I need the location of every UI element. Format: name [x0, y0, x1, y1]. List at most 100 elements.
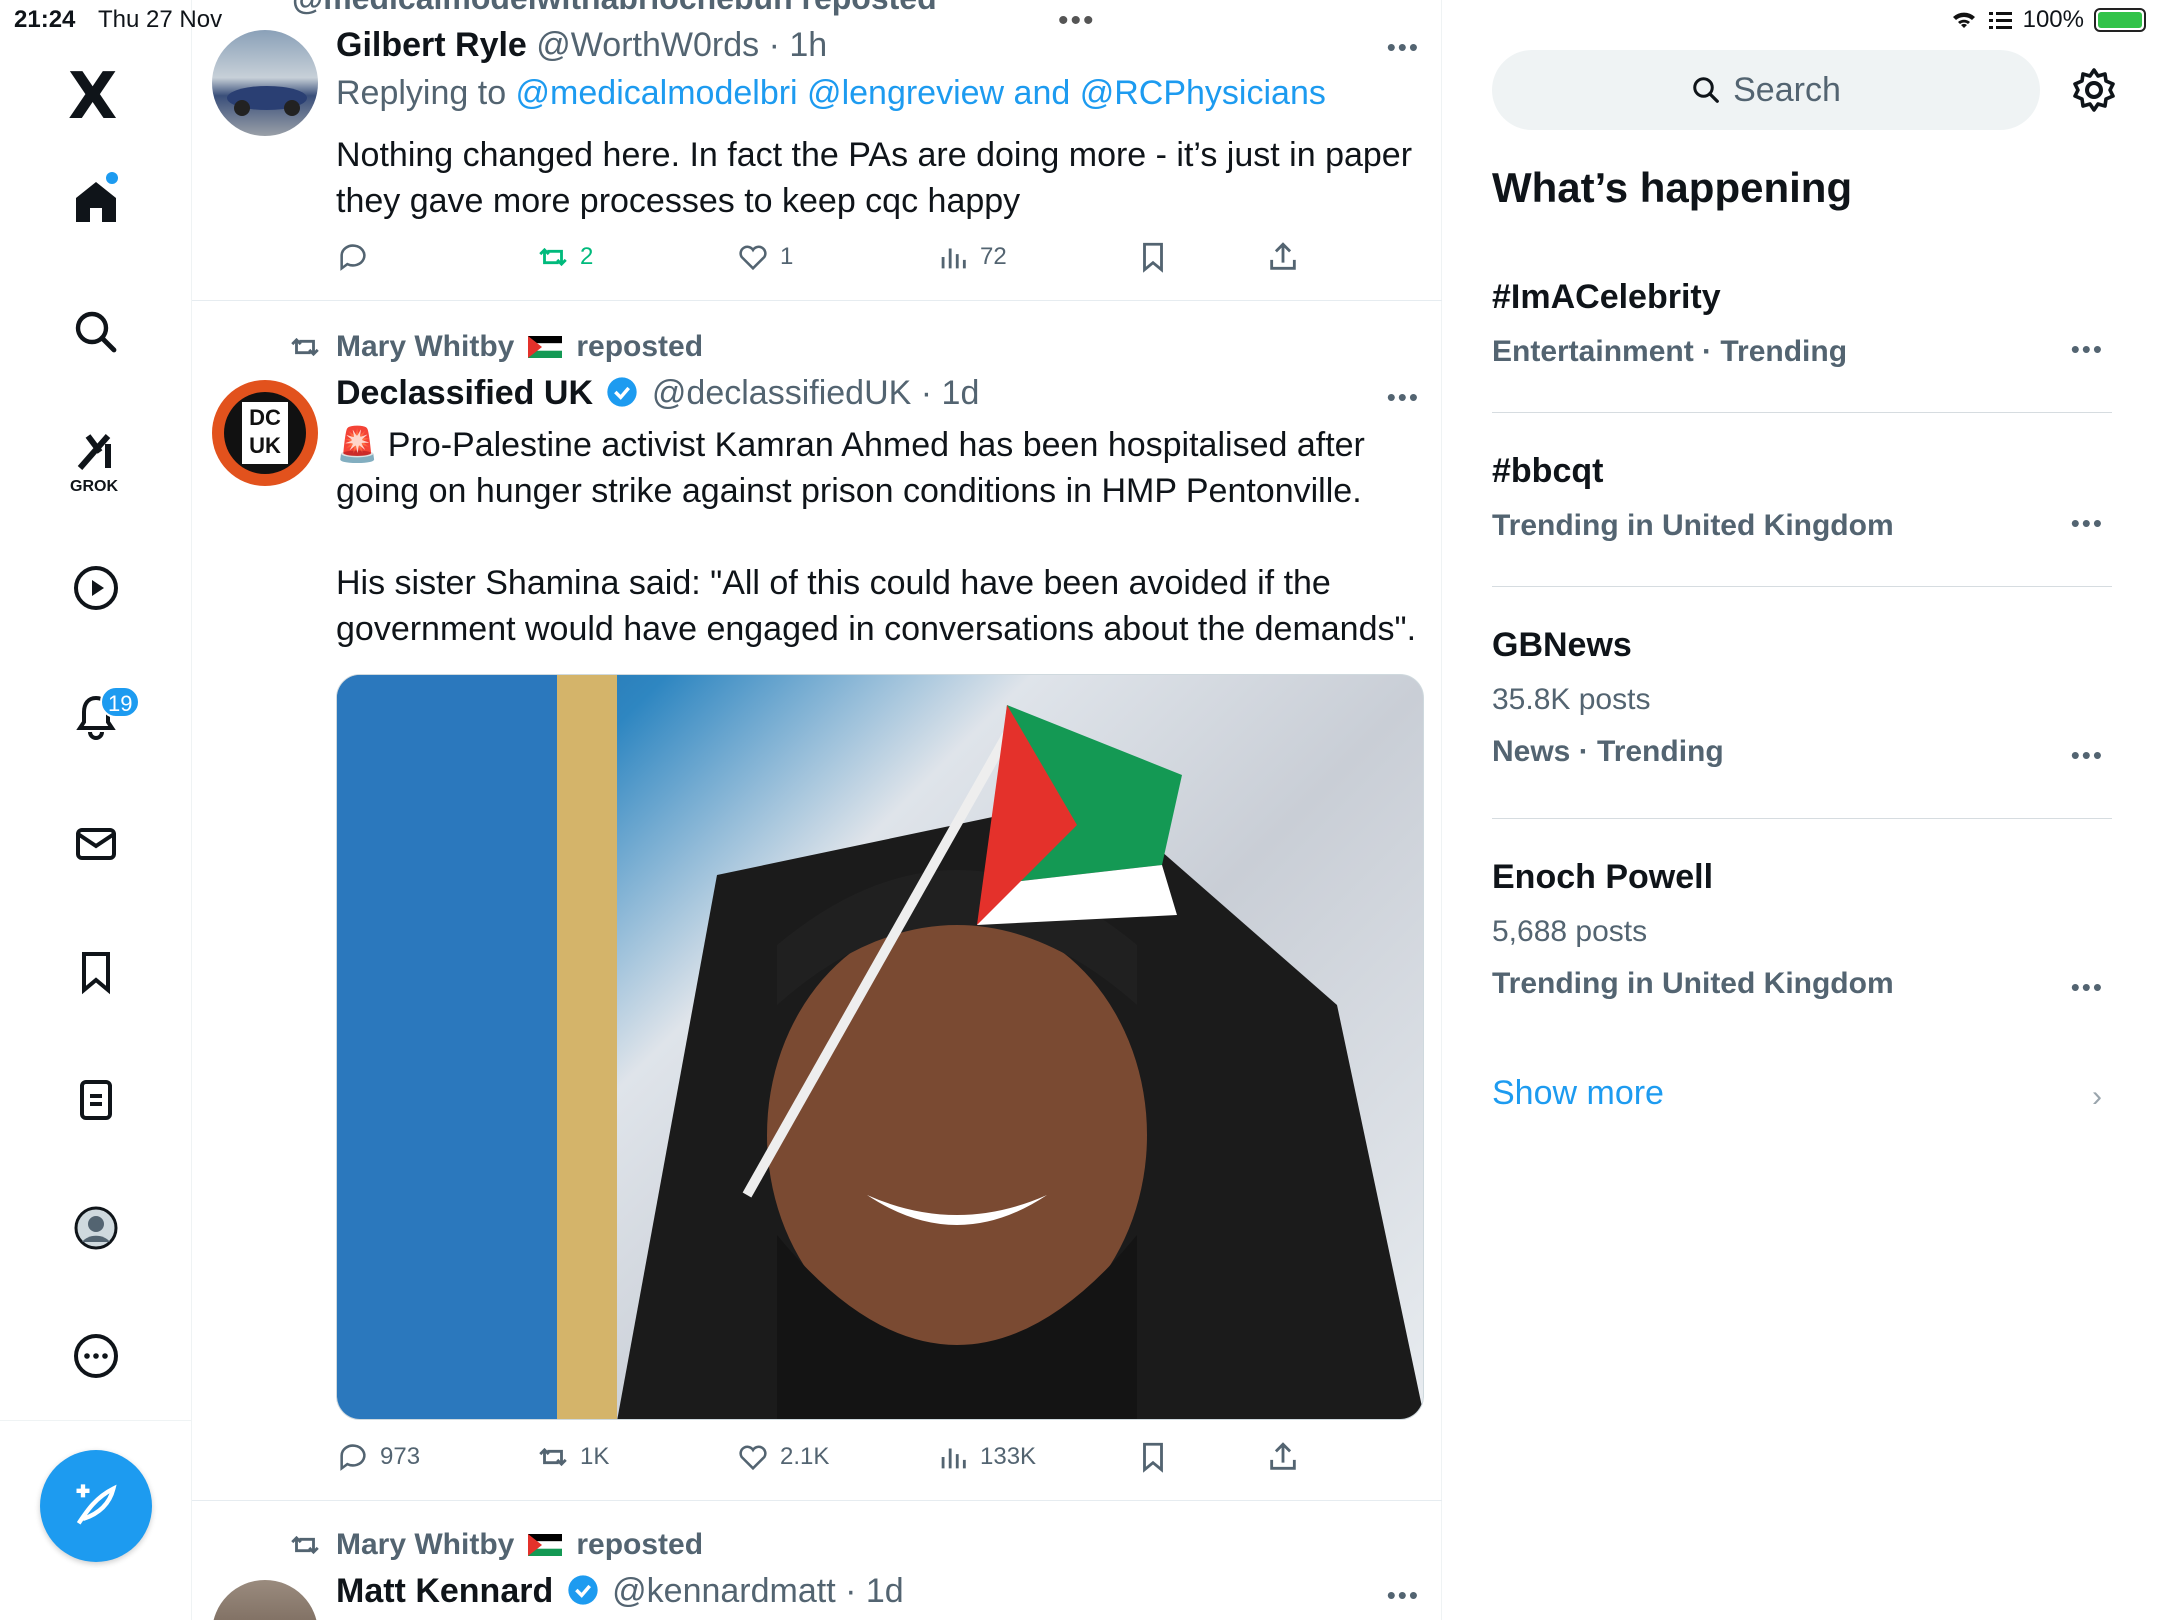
tweet-matt-kennard[interactable]: Mary Whitby reposted Matt Kennard @kenna…: [192, 1500, 1442, 1620]
trend-post-count: 5,688 posts: [1492, 915, 1648, 948]
tweet-time[interactable]: · 1d: [845, 1572, 904, 1610]
views-icon: [941, 248, 966, 269]
tweet-time[interactable]: · 1d: [921, 374, 980, 412]
trend-title: #ImACelebrity: [1492, 278, 1721, 316]
bookmark-icon[interactable]: [56, 932, 136, 1012]
reposter-name[interactable]: Mary Whitby: [336, 330, 514, 364]
battery-percent: 100%: [2022, 6, 2084, 33]
show-more-link[interactable]: Show more: [1492, 1074, 1664, 1113]
tweet-actions: 2 1 72: [336, 240, 1416, 280]
retweet-icon: [291, 1535, 319, 1555]
trend-item[interactable]: GBNews 35.8K posts News · Trending •••: [1492, 626, 2112, 771]
status-right: 100%: [1949, 6, 2146, 34]
trend-more-button[interactable]: •••: [2071, 334, 2104, 365]
trend-meta: Entertainment · Trending: [1492, 335, 1848, 368]
verified-badge-icon: [568, 1575, 598, 1605]
search-input[interactable]: Search: [1492, 50, 2040, 130]
replying-to: Replying to @medicalmodelbri @lengreview…: [336, 74, 1326, 113]
tweet-header: Declassified UK @declassifiedUK · 1d: [336, 374, 979, 413]
battery-icon: [2094, 8, 2146, 32]
like-button[interactable]: 1: [736, 240, 793, 274]
search-icon: [1693, 77, 1719, 103]
retweet-count: 2: [580, 243, 594, 270]
reply-icon: [340, 244, 366, 271]
author-name[interactable]: Matt Kennard: [336, 1572, 553, 1610]
right-sidebar: Search What’s happening #ImACelebrity En…: [1442, 0, 2160, 1620]
nav-divider: [0, 1420, 192, 1421]
lists-icon[interactable]: [56, 1060, 136, 1140]
home-icon[interactable]: [56, 162, 136, 242]
reply-button[interactable]: [336, 240, 380, 274]
trend-item[interactable]: #ImACelebrity Entertainment · Trending •…: [1492, 278, 2112, 369]
views-icon: [941, 1448, 966, 1469]
reply-count: 973: [380, 1443, 421, 1470]
author-handle[interactable]: @kennardmatt: [612, 1572, 836, 1610]
tweet-header: Matt Kennard @kennardmatt · 1d: [336, 1572, 904, 1611]
photo-illustration: [337, 675, 1423, 1419]
video-icon[interactable]: [56, 548, 136, 628]
reposted-label: reposted: [576, 330, 704, 363]
retweet-button[interactable]: 1K: [536, 1440, 609, 1474]
trend-post-count: 35.8K posts: [1492, 683, 1651, 716]
heart-icon: [739, 1445, 767, 1471]
retweet-icon: [539, 1447, 567, 1467]
notification-badge: 19: [100, 686, 141, 718]
view-count: 72: [980, 243, 1007, 270]
bookmark-icon: [1143, 1442, 1163, 1473]
profile-icon[interactable]: [56, 1188, 136, 1268]
tweet-gilbert-ryle[interactable]: Gilbert Ryle @WorthW0rds · 1h ••• Replyi…: [192, 0, 1442, 300]
mail-icon[interactable]: [56, 804, 136, 884]
avatar[interactable]: DC UK: [212, 380, 318, 486]
tweet-text: 🚨 Pro-Palestine activist Kamran Ahmed ha…: [336, 426, 1417, 648]
views-button[interactable]: 72: [936, 240, 1007, 274]
tweet-media-image[interactable]: [336, 674, 1424, 1420]
share-button[interactable]: [1266, 1440, 1300, 1474]
reposted-label: reposted: [576, 1528, 704, 1561]
x-logo[interactable]: X: [68, 60, 117, 134]
share-button[interactable]: [1266, 240, 1300, 274]
retweet-icon: [291, 337, 319, 357]
trend-meta: Trending in United Kingdom: [1492, 509, 1894, 542]
search-placeholder: Search: [1733, 70, 1841, 109]
author-handle[interactable]: @declassifiedUK: [652, 374, 911, 412]
author-name[interactable]: Declassified UK: [336, 374, 593, 412]
multitask-dots[interactable]: •••: [1058, 4, 1096, 38]
status-date: Thu 27 Nov: [98, 6, 223, 33]
tweet-declassified-uk[interactable]: Mary Whitby reposted DC UK Declassified …: [192, 300, 1442, 1500]
tweet-text: Nothing changed here. In fact the PAs ar…: [336, 136, 1413, 220]
grok-label: GROK: [70, 478, 118, 495]
trend-divider: [1492, 586, 2112, 587]
reposter-name[interactable]: Mary Whitby: [336, 1528, 514, 1562]
search-icon[interactable]: [56, 292, 136, 372]
palestine-flag-icon: [528, 336, 563, 358]
trend-item[interactable]: #bbcqt Trending in United Kingdom •••: [1492, 452, 2112, 543]
whats-happening-title: What’s happening: [1492, 164, 1853, 211]
timeline-feed: @medicalmodelwithabriochebun reposted Gi…: [192, 0, 1442, 1620]
like-button[interactable]: 2.1K: [736, 1440, 829, 1474]
avatar[interactable]: [212, 30, 318, 136]
trend-more-button[interactable]: •••: [2071, 972, 2104, 1003]
compose-button[interactable]: [40, 1450, 152, 1562]
bookmark-tweet-button[interactable]: [1136, 240, 1170, 274]
bookmark-icon: [1143, 242, 1163, 273]
avatar[interactable]: [212, 1580, 318, 1620]
share-icon: [1270, 1442, 1296, 1470]
retweet-count: 1K: [580, 1443, 610, 1470]
avatar-logo-text: DC UK: [249, 405, 281, 458]
trend-more-button[interactable]: •••: [2071, 508, 2104, 539]
tweet-more-button[interactable]: •••: [1387, 1580, 1420, 1611]
trend-more-button[interactable]: •••: [2071, 740, 2104, 771]
reply-icon: [340, 1444, 366, 1471]
gear-icon[interactable]: [2070, 66, 2118, 114]
reply-button[interactable]: 973: [336, 1440, 420, 1474]
views-button[interactable]: 133K: [936, 1440, 1036, 1474]
trend-item[interactable]: Enoch Powell 5,688 posts Trending in Uni…: [1492, 858, 2112, 1003]
bookmark-tweet-button[interactable]: [1136, 1440, 1170, 1474]
chevron-right-icon: ›: [2092, 1080, 2102, 1113]
more-options-icon[interactable]: [56, 1316, 136, 1396]
tweet-more-button[interactable]: •••: [1387, 382, 1420, 413]
retweet-button[interactable]: 2: [536, 240, 593, 274]
trend-meta: Trending in United Kingdom: [1492, 967, 1894, 1000]
trend-divider: [1492, 412, 2112, 413]
reply-to-mentions[interactable]: @medicalmodelbri @lengreview and @RCPhys…: [516, 74, 1326, 112]
